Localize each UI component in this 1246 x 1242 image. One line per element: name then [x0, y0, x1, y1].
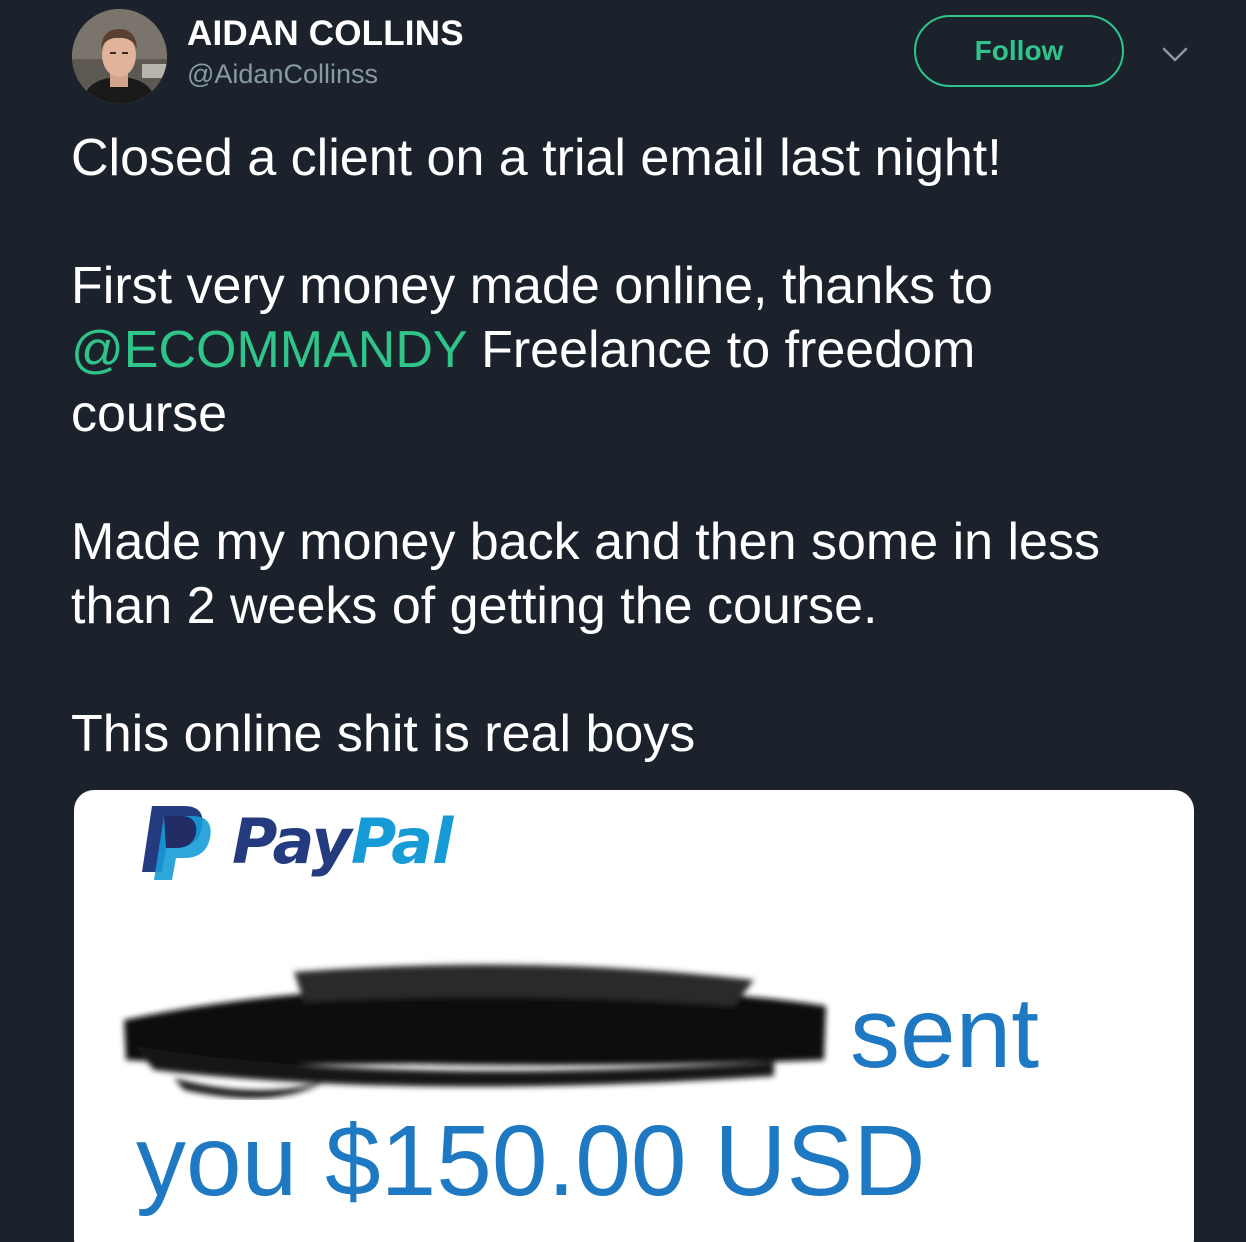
paypal-wordmark-part: Pal [350, 805, 454, 878]
chevron-down-icon[interactable] [1160, 40, 1190, 70]
avatar[interactable] [72, 9, 167, 104]
tweet-text: Closed a client on a trial email last ni… [71, 126, 1211, 766]
payment-sent-text: sent [850, 977, 1040, 1089]
tweet-line: course [71, 385, 228, 443]
user-handle[interactable]: @AidanCollinss [187, 58, 378, 90]
tweet-line: First very money made online, thanks to [71, 257, 993, 315]
tweet-media-image[interactable]: PayPal sent you $150.00 USD [74, 790, 1194, 1242]
redaction-scribble [124, 964, 826, 1099]
payment-amount-text: you $150.00 USD [136, 1105, 926, 1217]
tweet-line: @ECOMMANDY Freelance to freedom [71, 318, 1211, 382]
paypal-logo: PayPal [136, 798, 496, 882]
tweet-line: Closed a client on a trial email last ni… [71, 129, 1002, 187]
follow-button[interactable]: Follow [914, 15, 1124, 87]
paypal-wordmark: PayPal [232, 804, 454, 880]
tweet-line: than 2 weeks of getting the course. [71, 577, 878, 635]
paypal-logo-icon [142, 806, 211, 880]
tweet-line-text: Freelance to freedom [466, 321, 976, 379]
tweet-line: This online shit is real boys [71, 705, 696, 763]
mention-link[interactable]: @ECOMMANDY [71, 321, 467, 379]
avatar-photo [72, 9, 167, 104]
user-display-name[interactable]: AIDAN COLLINS [187, 14, 464, 54]
paypal-wordmark-part: Pay [232, 805, 352, 878]
tweet-line: Made my money back and then some in less [71, 513, 1100, 571]
